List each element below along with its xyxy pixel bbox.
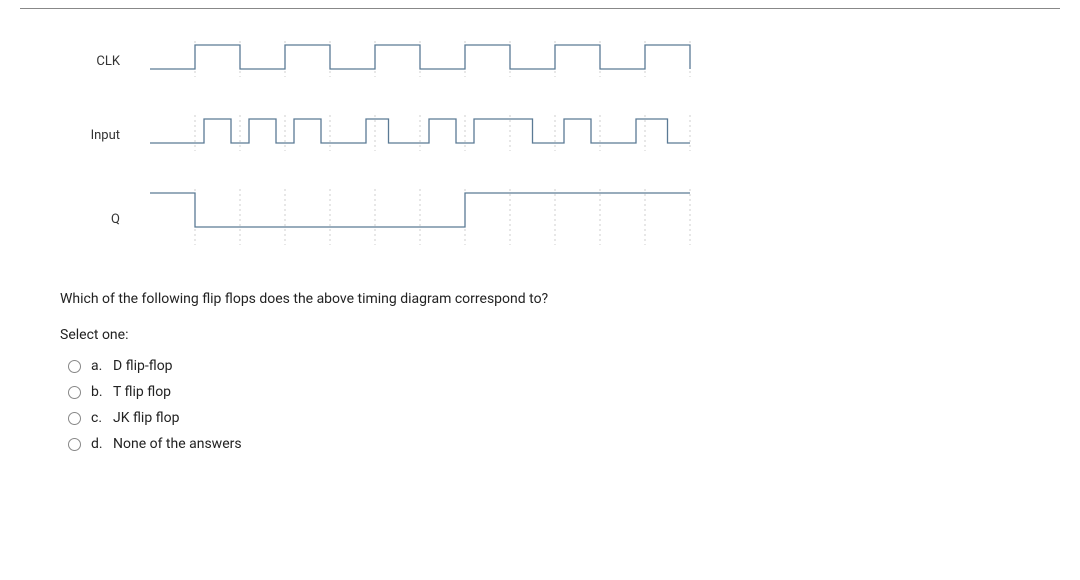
option-text-a: D flip-flop <box>113 358 173 374</box>
option-b[interactable]: b. T flip flop <box>68 379 1020 405</box>
radio-b[interactable] <box>68 386 81 399</box>
signal-label-clk: CLK <box>60 54 140 69</box>
signal-row-input: Input <box>60 113 1020 157</box>
waveform-input <box>140 113 700 157</box>
select-one-prompt: Select one: <box>60 327 1020 343</box>
option-d[interactable]: d. None of the answers <box>68 431 1020 457</box>
signal-row-q: Q <box>60 187 1020 251</box>
signal-label-q: Q <box>60 212 140 227</box>
option-letter-a: a. <box>91 358 113 374</box>
waveform-clk <box>140 39 700 83</box>
option-letter-d: d. <box>91 436 113 452</box>
question-text: Which of the following flip flops does t… <box>60 291 1020 307</box>
radio-a[interactable] <box>68 360 81 373</box>
options-list: a. D flip-flop b. T flip flop c. JK flip… <box>60 353 1020 457</box>
timing-diagram: CLK Input Q <box>60 39 1020 251</box>
option-text-d: None of the answers <box>113 436 242 452</box>
question-content: CLK Input Q Which of the following flip … <box>0 9 1080 487</box>
radio-d[interactable] <box>68 438 81 451</box>
signal-label-input: Input <box>60 128 140 143</box>
option-letter-c: c. <box>91 410 113 426</box>
option-text-c: JK flip flop <box>113 410 179 426</box>
signal-row-clk: CLK <box>60 39 1020 83</box>
option-c[interactable]: c. JK flip flop <box>68 405 1020 431</box>
option-letter-b: b. <box>91 384 113 400</box>
option-text-b: T flip flop <box>113 384 171 400</box>
waveform-q <box>140 187 700 251</box>
option-a[interactable]: a. D flip-flop <box>68 353 1020 379</box>
radio-c[interactable] <box>68 412 81 425</box>
